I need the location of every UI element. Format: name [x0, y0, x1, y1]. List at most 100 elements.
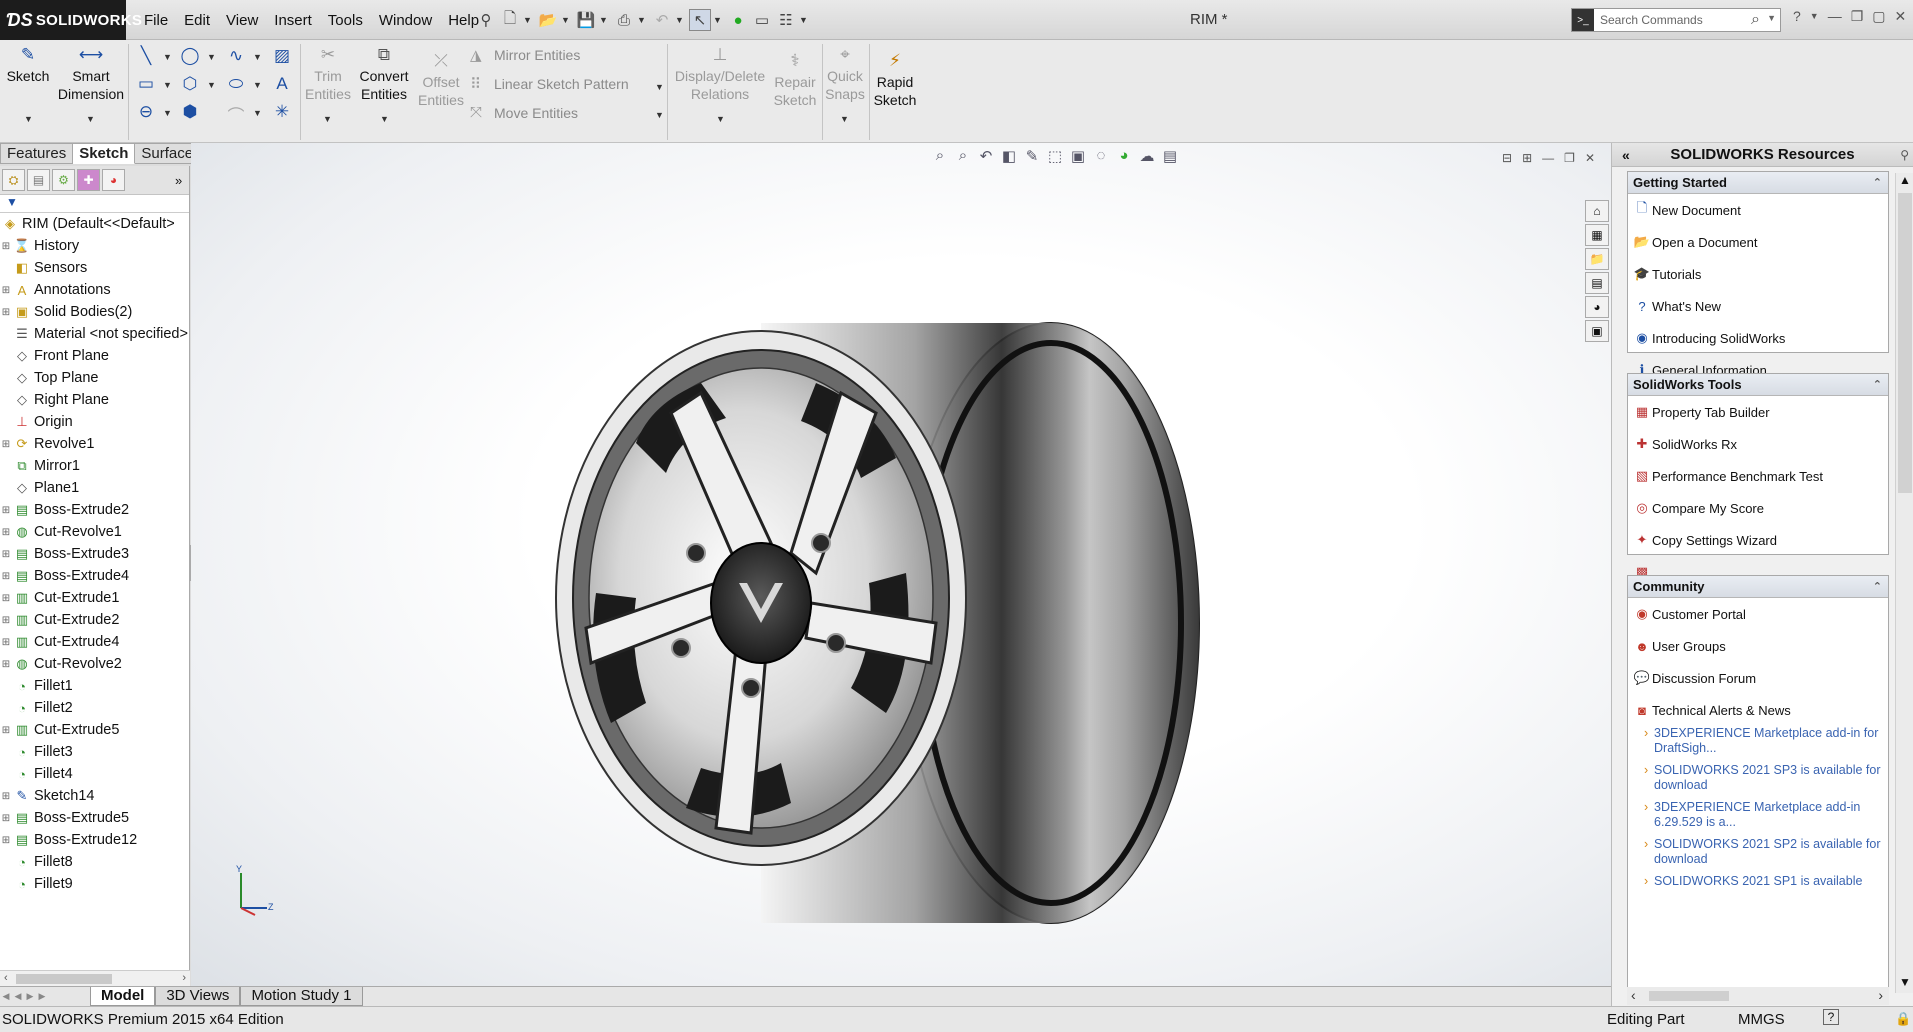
expand-icon[interactable]: ⊞: [0, 615, 12, 626]
ellipse-icon[interactable]: ⬭: [226, 74, 246, 94]
close-icon[interactable]: ✕: [1895, 8, 1907, 25]
chevron-right-icon[interactable]: ›: [182, 972, 186, 984]
expand-icon[interactable]: ⊞: [0, 571, 12, 582]
previous-view-icon[interactable]: ↶: [977, 147, 995, 165]
tree-item[interactable]: ⊞ ▤ Boss-Extrude3: [0, 543, 189, 565]
tab-model[interactable]: Model: [90, 987, 156, 1006]
chevron-down-icon[interactable]: ▼: [253, 52, 262, 62]
chevron-down-icon[interactable]: ▼: [163, 80, 172, 90]
chevron-down-icon[interactable]: ▼: [523, 15, 533, 25]
print-icon[interactable]: ⎙: [613, 9, 635, 31]
unit-system[interactable]: MMGS: [1738, 1011, 1785, 1028]
custom-properties-icon[interactable]: ▣: [1585, 320, 1609, 342]
view-settings-icon[interactable]: ▤: [1161, 147, 1179, 165]
tree-item[interactable]: ☰ Material <not specified>: [0, 323, 189, 345]
tree-item[interactable]: ⊞ ⟳ Revolve1: [0, 433, 189, 455]
chevron-left-icon[interactable]: ‹: [1631, 987, 1636, 1003]
help-icon[interactable]: ?: [1793, 8, 1801, 25]
minimize-icon[interactable]: —: [1828, 8, 1842, 25]
tree-item[interactable]: ◇ Front Plane: [0, 345, 189, 367]
apply-scene-icon[interactable]: ☁: [1138, 147, 1156, 165]
display-manager-tab-icon[interactable]: ◕: [102, 169, 125, 191]
resource-link[interactable]: ◎ Compare My Score: [1628, 492, 1888, 524]
expand-icon[interactable]: ⊞: [0, 813, 12, 824]
chevron-down-icon[interactable]: ▼: [163, 52, 172, 62]
line-icon[interactable]: ╲: [136, 46, 156, 66]
mirror-entities-button[interactable]: ◮ Mirror Entities: [470, 46, 580, 64]
chevron-down-icon[interactable]: ▼: [675, 15, 685, 25]
split-view-icon[interactable]: ⊟: [1502, 151, 1512, 165]
open-folder-icon[interactable]: 📂: [537, 9, 559, 31]
expand-icon[interactable]: ⊞: [0, 505, 12, 516]
resource-link[interactable]: ◙ Technical Alerts & News: [1628, 694, 1888, 726]
split-view-icon[interactable]: ⊞: [1522, 151, 1532, 165]
chevron-down-icon[interactable]: ▼: [1899, 975, 1911, 989]
chevron-down-icon[interactable]: ▼: [637, 15, 647, 25]
tree-item[interactable]: ◔ Fillet9: [0, 873, 189, 895]
scrollbar-thumb[interactable]: [16, 974, 112, 984]
display-delete-relations-button[interactable]: ⊥ Display/Delete Relations: [672, 44, 768, 103]
search-icon[interactable]: ⌕: [1751, 11, 1760, 29]
task-pane-horizontal-scrollbar[interactable]: ‹ ›: [1627, 987, 1889, 1005]
tree-item[interactable]: ◔ Fillet3: [0, 741, 189, 763]
sketch-grid-icon[interactable]: ▨: [272, 46, 292, 66]
tree-horizontal-scrollbar[interactable]: ‹ ›: [0, 970, 190, 986]
configuration-manager-tab-icon[interactable]: ⚙: [52, 169, 75, 191]
search-commands-field[interactable]: >_ Search Commands ⌕ ▼: [1571, 8, 1781, 32]
scrollbar-thumb[interactable]: [1898, 193, 1912, 493]
filter-icon[interactable]: ▼: [0, 195, 189, 213]
zoom-to-fit-icon[interactable]: ⌕: [931, 147, 949, 165]
tree-item[interactable]: ◧ Sensors: [0, 257, 189, 279]
tree-item[interactable]: ⊥ Origin: [0, 411, 189, 433]
point-icon[interactable]: ✳: [272, 102, 292, 122]
convert-entities-button[interactable]: ⧉ Convert Entities: [356, 44, 412, 103]
tree-item[interactable]: ⊞ ▥ Cut-Extrude4: [0, 631, 189, 653]
resource-link[interactable]: 📂 Open a Document: [1628, 226, 1888, 258]
expand-icon[interactable]: ⊞: [0, 527, 12, 538]
news-link[interactable]: SOLIDWORKS 2021 SP3 is available for dow…: [1628, 763, 1888, 800]
expand-icon[interactable]: ⊞: [0, 725, 12, 736]
new-file-icon[interactable]: 🗋: [499, 9, 521, 31]
view-orientation-icon[interactable]: ⬚: [1046, 147, 1064, 165]
dimxpert-manager-tab-icon[interactable]: ✚: [77, 169, 100, 191]
tree-item[interactable]: ⊞ ▤ Boss-Extrude5: [0, 807, 189, 829]
chevron-down-icon[interactable]: ▼: [24, 114, 33, 124]
collapse-icon[interactable]: ⌃: [1873, 378, 1882, 391]
help-icon[interactable]: ?: [1823, 1009, 1839, 1025]
first-tab-icon[interactable]: ◀: [0, 991, 12, 1002]
tree-item[interactable]: ◔ Fillet8: [0, 851, 189, 873]
resource-link[interactable]: ☻ User Groups: [1628, 630, 1888, 662]
resource-link[interactable]: 🗋 New Document: [1628, 194, 1888, 226]
news-link[interactable]: SOLIDWORKS 2021 SP2 is available for dow…: [1628, 837, 1888, 874]
tab-features[interactable]: Features: [0, 143, 74, 164]
expand-icon[interactable]: ⊞: [0, 791, 12, 802]
move-entities-button[interactable]: ⤧ Move Entities: [470, 104, 578, 121]
repair-sketch-button[interactable]: ⚕ Repair Sketch: [770, 50, 820, 109]
expand-icon[interactable]: ⊞: [0, 549, 12, 560]
tree-item[interactable]: ◔ Fillet2: [0, 697, 189, 719]
expand-icon[interactable]: ⊞: [0, 593, 12, 604]
previous-tab-icon[interactable]: ◀: [12, 991, 24, 1002]
menu-insert[interactable]: Insert: [266, 12, 320, 29]
tree-item[interactable]: ⊞ A Annotations: [0, 279, 189, 301]
chevron-right-icon[interactable]: »: [175, 173, 182, 188]
task-pane-vertical-scrollbar[interactable]: ▲ ▼: [1895, 173, 1913, 993]
tree-item[interactable]: ⊞ ◍ Cut-Revolve2: [0, 653, 189, 675]
text-icon[interactable]: A: [272, 74, 292, 94]
tree-item[interactable]: ◇ Right Plane: [0, 389, 189, 411]
solidworks-logo[interactable]: ƊS SOLIDWORKS: [0, 0, 142, 40]
tree-item[interactable]: ◔ Fillet4: [0, 763, 189, 785]
tree-item[interactable]: ⊞ ▥ Cut-Extrude2: [0, 609, 189, 631]
search-input[interactable]: Search Commands: [1600, 13, 1703, 27]
smart-dimension-button[interactable]: ⟷ Smart Dimension: [56, 44, 126, 103]
chevron-down-icon[interactable]: ▼: [599, 15, 609, 25]
resource-link[interactable]: ◉ Introducing SolidWorks: [1628, 322, 1888, 354]
tree-item[interactable]: ⊞ ▣ Solid Bodies(2): [0, 301, 189, 323]
collapse-icon[interactable]: ⌃: [1873, 580, 1882, 593]
slot-icon[interactable]: ⊖: [136, 102, 156, 122]
dynamic-annotation-icon[interactable]: ✎: [1023, 147, 1041, 165]
chevron-down-icon[interactable]: ▼: [207, 52, 216, 62]
chevron-down-icon[interactable]: ▼: [253, 108, 262, 118]
tree-item[interactable]: ◇ Plane1: [0, 477, 189, 499]
chevron-right-icon[interactable]: ›: [1878, 987, 1883, 1003]
